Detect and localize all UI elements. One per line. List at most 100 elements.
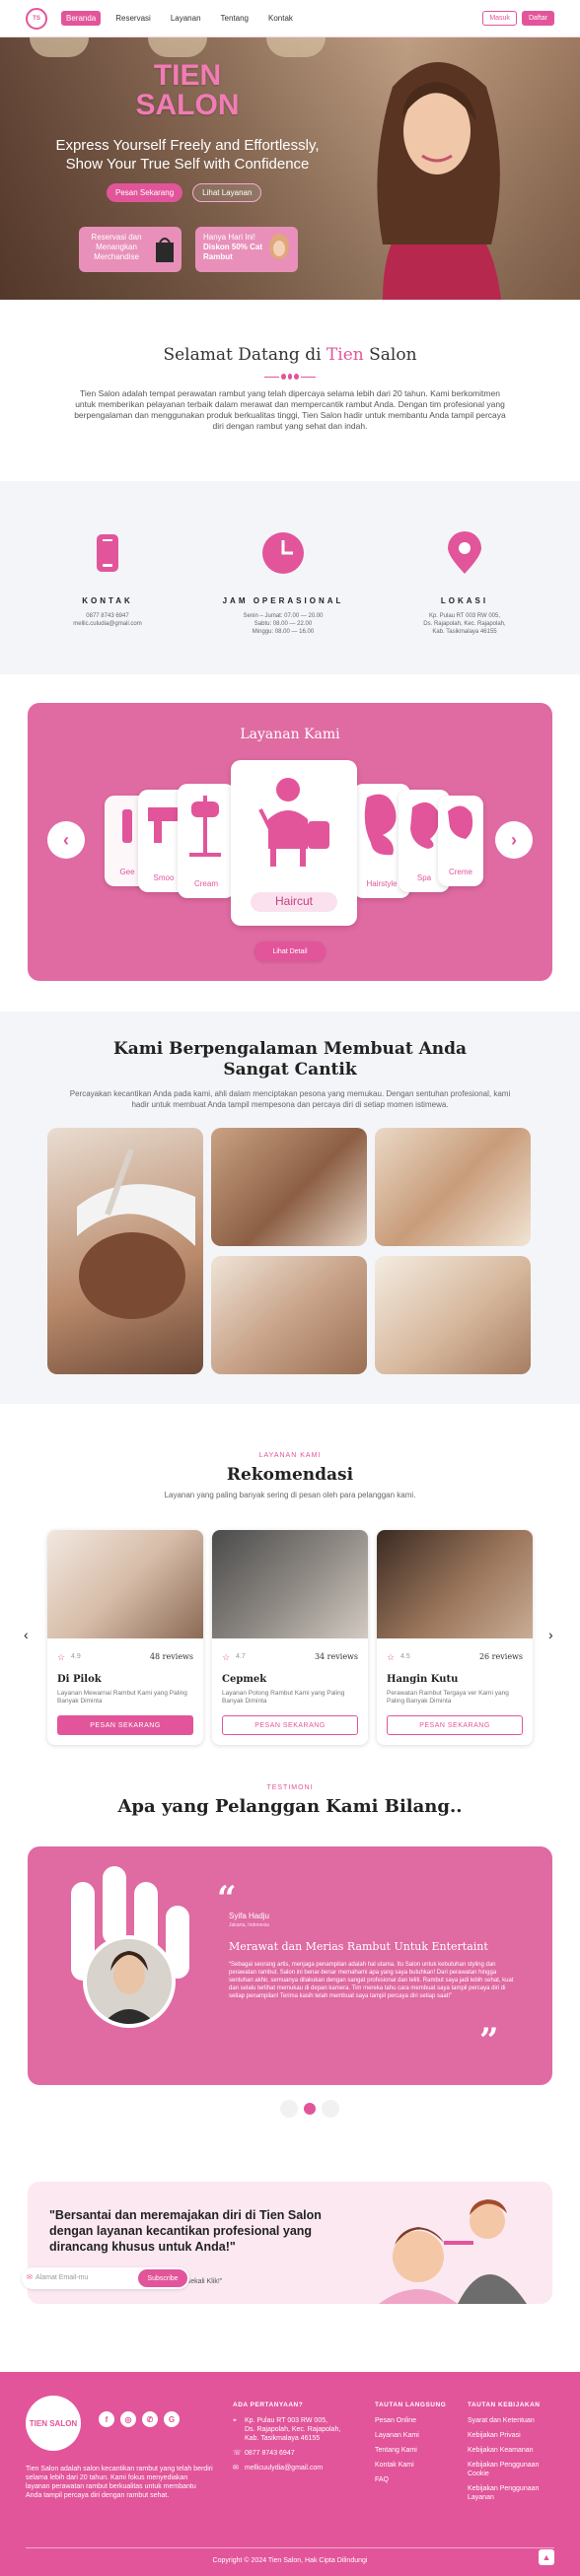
salon-logo[interactable]: TS [26,7,47,30]
facial-treatment-photo [375,1256,531,1374]
nav-tentang[interactable]: Tentang [216,11,254,26]
carousel-prev-button[interactable]: ‹ [47,821,85,859]
card-image [212,1530,368,1638]
facial-mask-photo [47,1128,203,1374]
services-carousel: Layanan Kami Gee Smoo Cream Haircut Hair… [28,703,552,981]
info-section: KONTAK 0877 8743 6947 mellic.culudia@gmai… [0,481,580,674]
service-card-creme[interactable]: Creme [438,796,483,886]
nav-reservasi[interactable]: Reservasi [110,11,156,26]
star-icon: ☆ [387,1652,396,1662]
location-pin-icon [448,531,481,574]
star-icon: ☆ [222,1652,231,1662]
footer-policy-links: TAUTAN KEBIJAKAN Syarat dan Ketentuan Ke… [468,2402,541,2501]
location-info: LOKASI Kp. Pulau RT 003 RW 005, Ds. Rajap… [391,530,539,636]
quote-close-icon: ” [479,2021,499,2060]
email-input[interactable]: Alamat Email-mu [36,2274,88,2281]
top-navbar: TS Beranda Reservasi Layanan Tentang Kon… [0,0,580,37]
experience-section: Kami Berpengalaman Membuat Anda Sangat Ca… [0,1011,580,1404]
clock-icon [262,532,304,574]
register-button[interactable]: Daftar [521,11,554,26]
testimonial-pagination [280,2100,339,2118]
pagination-dot[interactable] [280,2100,298,2118]
recommend-next-icon[interactable]: › [548,1627,553,1642]
pagination-dot[interactable] [322,2100,339,2118]
hero-title: TIEN SALON [135,59,240,121]
footer: TIEN SALON f ◎ ✆ G Tien Salon adalah sal… [0,2372,580,2576]
stylist-illustration [379,2199,527,2304]
login-button[interactable]: Masuk [482,11,517,26]
scroll-top-button[interactable]: ▲ [539,2549,554,2565]
footer-description: Tien Salon adalah salon kecantikan rambu… [26,2466,213,2499]
footer-logo[interactable]: TIEN SALON [26,2396,81,2451]
recommend-title: Rekomendasi [226,1465,354,1485]
hours-info: JAM OPERASIONAL Senin – Jumat: 07.00 — 2… [209,530,357,636]
footer-contact: ADA PERTANYAAN? ⌖ Kp. Pulau RT 003 RW 005… [233,2402,341,2472]
social-links: f ◎ ✆ G [99,2411,180,2427]
arrow-up-icon: ▲ [542,2552,551,2562]
copyright: Copyright © 2024 Tien Salon, Hak Cipta D… [212,2557,368,2564]
nav-beranda[interactable]: Beranda [61,11,102,26]
mail-icon: ✉ [27,2274,33,2281]
hero-tagline: Express Yourself Freely and Effortlessly… [55,137,320,173]
chevron-left-icon: ‹ [63,829,69,850]
woman-head-icon [448,805,473,839]
welcome-text: Tien Salon adalah tempat perawatan rambu… [74,388,506,431]
facebook-icon[interactable]: f [99,2411,114,2427]
testimonial-title: Apa yang Pelanggan Kami Bilang.. [117,1796,463,1817]
experience-title: Kami Berpengalaman Membuat Anda Sangat Ca… [112,1039,468,1079]
order-button[interactable]: PESAN SEKARANG [387,1715,523,1735]
services-title: Layanan Kami [240,727,340,742]
hero-banner: TIEN SALON Express Yourself Freely and E… [0,37,580,300]
view-services-button[interactable]: Lihat Layanan [192,183,262,202]
card-image [47,1530,203,1638]
pagination-dot-active[interactable] [304,2103,316,2115]
recommend-kicker: LAYANAN KAMI [258,1452,322,1459]
recommend-card[interactable]: ☆ 4.7 34 reviews Cepmek Layanan Potong R… [212,1530,368,1745]
tote-bag-icon [156,238,174,262]
google-icon[interactable]: G [164,2411,180,2427]
service-card-creambath[interactable]: Cream [178,784,235,898]
nav-links: Beranda Reservasi Layanan Tentang Kontak [61,11,298,26]
location-pin-icon: ⌖ [233,2417,237,2424]
haircut-icon [258,778,329,867]
phone-icon [97,534,118,572]
salon-spa-photo [375,1128,531,1246]
service-detail-button[interactable]: Lihat Detail [254,941,326,961]
massage-photo [211,1256,367,1374]
recommend-card[interactable]: ☆ 4.5 26 reviews Hangin Kutu Perawatan R… [377,1530,533,1745]
nav-kontak[interactable]: Kontak [263,11,298,26]
footer-quick-links: TAUTAN LANGSUNG Pesan Online Layanan Kam… [375,2402,447,2483]
recommend-card[interactable]: ☆ 4.9 48 reviews Di Pilok Layanan Mewarn… [47,1530,203,1745]
subscribe-button[interactable]: Subscribe [138,2269,187,2287]
experience-text: Percayakan kecantikan Anda pada kami, ah… [69,1089,511,1109]
star-icon: ☆ [57,1652,66,1662]
promo-merchandise[interactable]: Reservasi dan Menangkan Merchandise [79,227,181,272]
phone-icon: ☏ [233,2450,242,2457]
instagram-icon[interactable]: ◎ [120,2411,136,2427]
chevron-right-icon: › [511,829,517,850]
hairdryer-stand-icon [189,796,221,857]
mail-icon: ✉ [233,2465,239,2472]
testimonial-kicker: TESTIMONI [266,1784,314,1791]
contact-info: KONTAK 0877 8743 6947 mellic.culudia@gmai… [34,530,181,628]
card-image [377,1530,533,1638]
customer-avatar [83,1935,176,2028]
hair-dye-model-icon [269,234,289,259]
welcome-title: Selamat Datang di Tien Salon [163,345,417,365]
testimonial-card: “ Syifa Hadju Jakarta, Indonesia Merawat… [28,1846,552,2085]
carousel-next-button[interactable]: › [495,821,533,859]
book-now-button[interactable]: Pesan Sekarang [107,183,183,202]
promo-discount[interactable]: Hanya Hari Ini! Diskon 50% Cat Rambut [195,227,298,272]
recommend-prev-icon[interactable]: ‹ [24,1627,29,1642]
newsletter-quote: "Bersantai dan meremajakan diri di Tien … [49,2208,322,2254]
newsletter-form: ✉ Alamat Email-mu Subscribe [22,2267,189,2289]
recommend-subtitle: Layanan yang paling banyak sering di pes… [164,1491,416,1499]
service-card-haircut[interactable]: Haircut [231,760,357,926]
hair-curling-photo [211,1128,367,1246]
section-divider [264,373,317,381]
nav-layanan[interactable]: Layanan [166,11,206,26]
order-button[interactable]: PESAN SEKARANG [222,1715,358,1735]
quote-open-icon: “ [217,1879,237,1918]
order-button[interactable]: PESAN SEKARANG [57,1715,193,1735]
whatsapp-icon[interactable]: ✆ [142,2411,158,2427]
